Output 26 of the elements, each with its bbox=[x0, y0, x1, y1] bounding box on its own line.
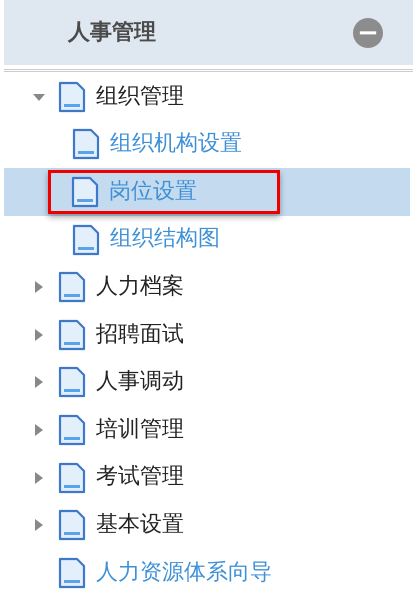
tree-row[interactable]: 人事调动 bbox=[4, 358, 410, 406]
tree-row[interactable]: 招聘面试 bbox=[4, 310, 410, 359]
tree-item-label[interactable]: 基本设置 bbox=[96, 510, 184, 540]
panel-title: 人事管理 bbox=[68, 19, 156, 47]
tree-row[interactable]: 人力档案 bbox=[4, 263, 410, 311]
tree-item-label[interactable]: 招聘面试 bbox=[96, 320, 184, 350]
tree-row[interactable]: 基本设置 bbox=[4, 501, 410, 549]
document-icon bbox=[71, 176, 99, 208]
document-icon bbox=[58, 556, 86, 589]
document-icon bbox=[58, 271, 86, 304]
tree-row[interactable]: 培训管理 bbox=[4, 406, 410, 454]
document-icon bbox=[58, 80, 86, 113]
document-icon bbox=[58, 509, 86, 542]
document-icon bbox=[72, 224, 100, 256]
document-icon bbox=[58, 414, 86, 446]
tree-item-label[interactable]: 人事调动 bbox=[96, 367, 184, 398]
tree-item-label[interactable]: 培训管理 bbox=[96, 414, 184, 446]
tree-item-label[interactable]: 考试管理 bbox=[96, 462, 184, 493]
tree-item-label[interactable]: 组织管理 bbox=[96, 82, 184, 112]
tree-row[interactable]: 考试管理 bbox=[4, 454, 410, 502]
document-icon bbox=[72, 128, 100, 160]
document-icon bbox=[58, 366, 86, 398]
document-icon bbox=[58, 462, 86, 494]
tree-row[interactable]: 组织管理 bbox=[4, 73, 410, 121]
tree-item-label[interactable]: 人力档案 bbox=[96, 272, 184, 302]
document-icon bbox=[58, 318, 86, 351]
